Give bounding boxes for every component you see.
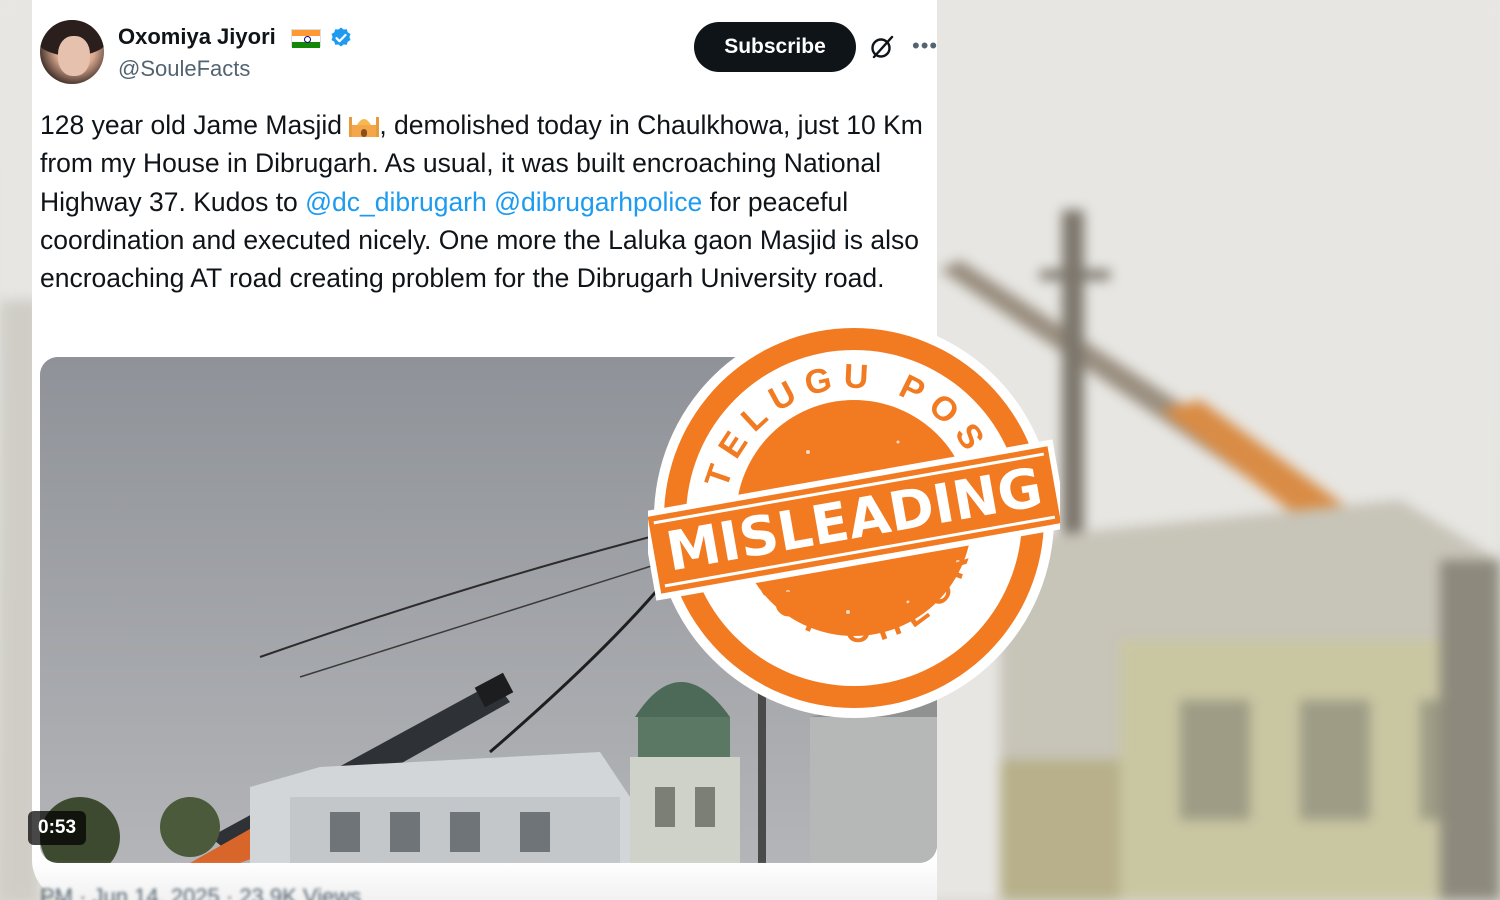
mention-dc-dibrugarh[interactable]: @dc_dibrugarh bbox=[305, 187, 487, 217]
user-handle[interactable]: @SouleFacts bbox=[118, 56, 250, 82]
avatar[interactable] bbox=[40, 20, 104, 84]
more-icon[interactable]: ••• bbox=[912, 35, 937, 57]
flag-india-icon bbox=[291, 29, 321, 48]
tweet-timestamp[interactable]: PM · Jun 14, 2025 · 23.9K Views bbox=[40, 884, 361, 900]
display-name[interactable]: Oxomiya Jiyori bbox=[118, 24, 276, 50]
grok-icon[interactable] bbox=[868, 33, 896, 61]
tweet-text: 128 year old Jame Masjid , demolished to… bbox=[40, 106, 930, 297]
tweet-text-part-1: 128 year old Jame Masjid bbox=[40, 110, 350, 140]
subscribe-button[interactable]: Subscribe bbox=[694, 22, 856, 72]
fact-check-stamp: TELUGU POST FACT CHECK MISLEADING bbox=[640, 312, 1068, 724]
video-duration-badge: 0:53 bbox=[28, 811, 87, 845]
mention-dibrugarh-police[interactable]: @dibrugarhpolice bbox=[494, 187, 702, 217]
mosque-emoji-icon bbox=[349, 117, 380, 137]
verified-badge-icon bbox=[331, 27, 351, 47]
